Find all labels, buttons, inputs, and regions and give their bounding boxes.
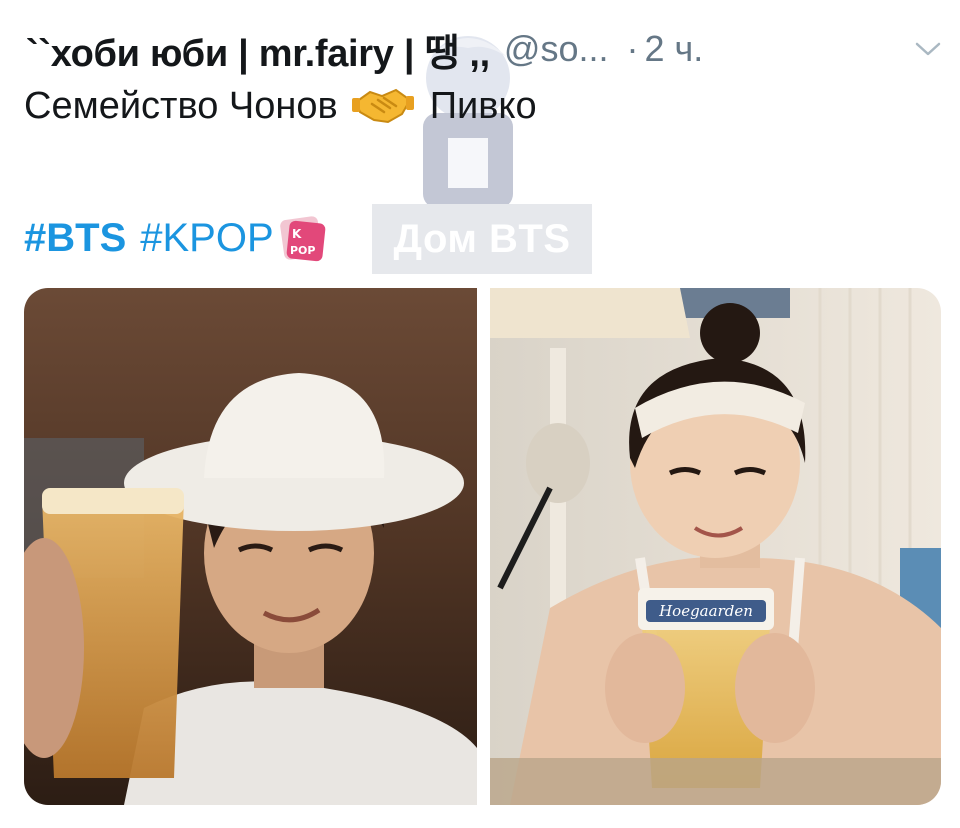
handshake-emoji-icon bbox=[351, 88, 414, 124]
tweet-text: Семейство Чонов Пивко bbox=[24, 84, 537, 128]
svg-text:POP: POP bbox=[290, 244, 315, 257]
glass-brand-text: Hoegaarden bbox=[658, 602, 753, 620]
photo-man-beer bbox=[24, 288, 477, 805]
svg-text:K: K bbox=[292, 227, 302, 241]
hashtag-kpop[interactable]: #KPOP bbox=[140, 216, 273, 261]
tweet-text-before: Семейство Чонов bbox=[24, 84, 338, 127]
tweet-photo-left[interactable] bbox=[24, 288, 477, 805]
hashtag-bts[interactable]: #BTS bbox=[24, 216, 126, 261]
author-name[interactable]: ``хоби юби | mr.fairy | 땡 ,, bbox=[26, 22, 490, 77]
kpop-emoji-icon: K POP bbox=[279, 216, 325, 262]
tweet-text-after: Пивко bbox=[429, 84, 537, 127]
author-handle[interactable]: @so... bbox=[504, 28, 609, 70]
photo-girl-beer: Hoegaarden bbox=[490, 288, 941, 805]
tweet-photo-right[interactable]: Hoegaarden bbox=[490, 288, 941, 805]
header-separator: · bbox=[626, 28, 639, 69]
tweet-timestamp[interactable]: 2 ч. bbox=[645, 28, 704, 70]
chevron-down-icon[interactable] bbox=[914, 40, 942, 58]
tweet[interactable]: ``хоби юби | mr.fairy | 땡 ,, @so... · 2 … bbox=[0, 0, 960, 828]
tweet-header: ``хоби юби | mr.fairy | 땡 ,, @so... · 2 … bbox=[26, 22, 946, 76]
hashtags-row: #BTS #KPOP K POP bbox=[24, 204, 328, 272]
watermark-label: Дом BTS bbox=[372, 204, 592, 274]
